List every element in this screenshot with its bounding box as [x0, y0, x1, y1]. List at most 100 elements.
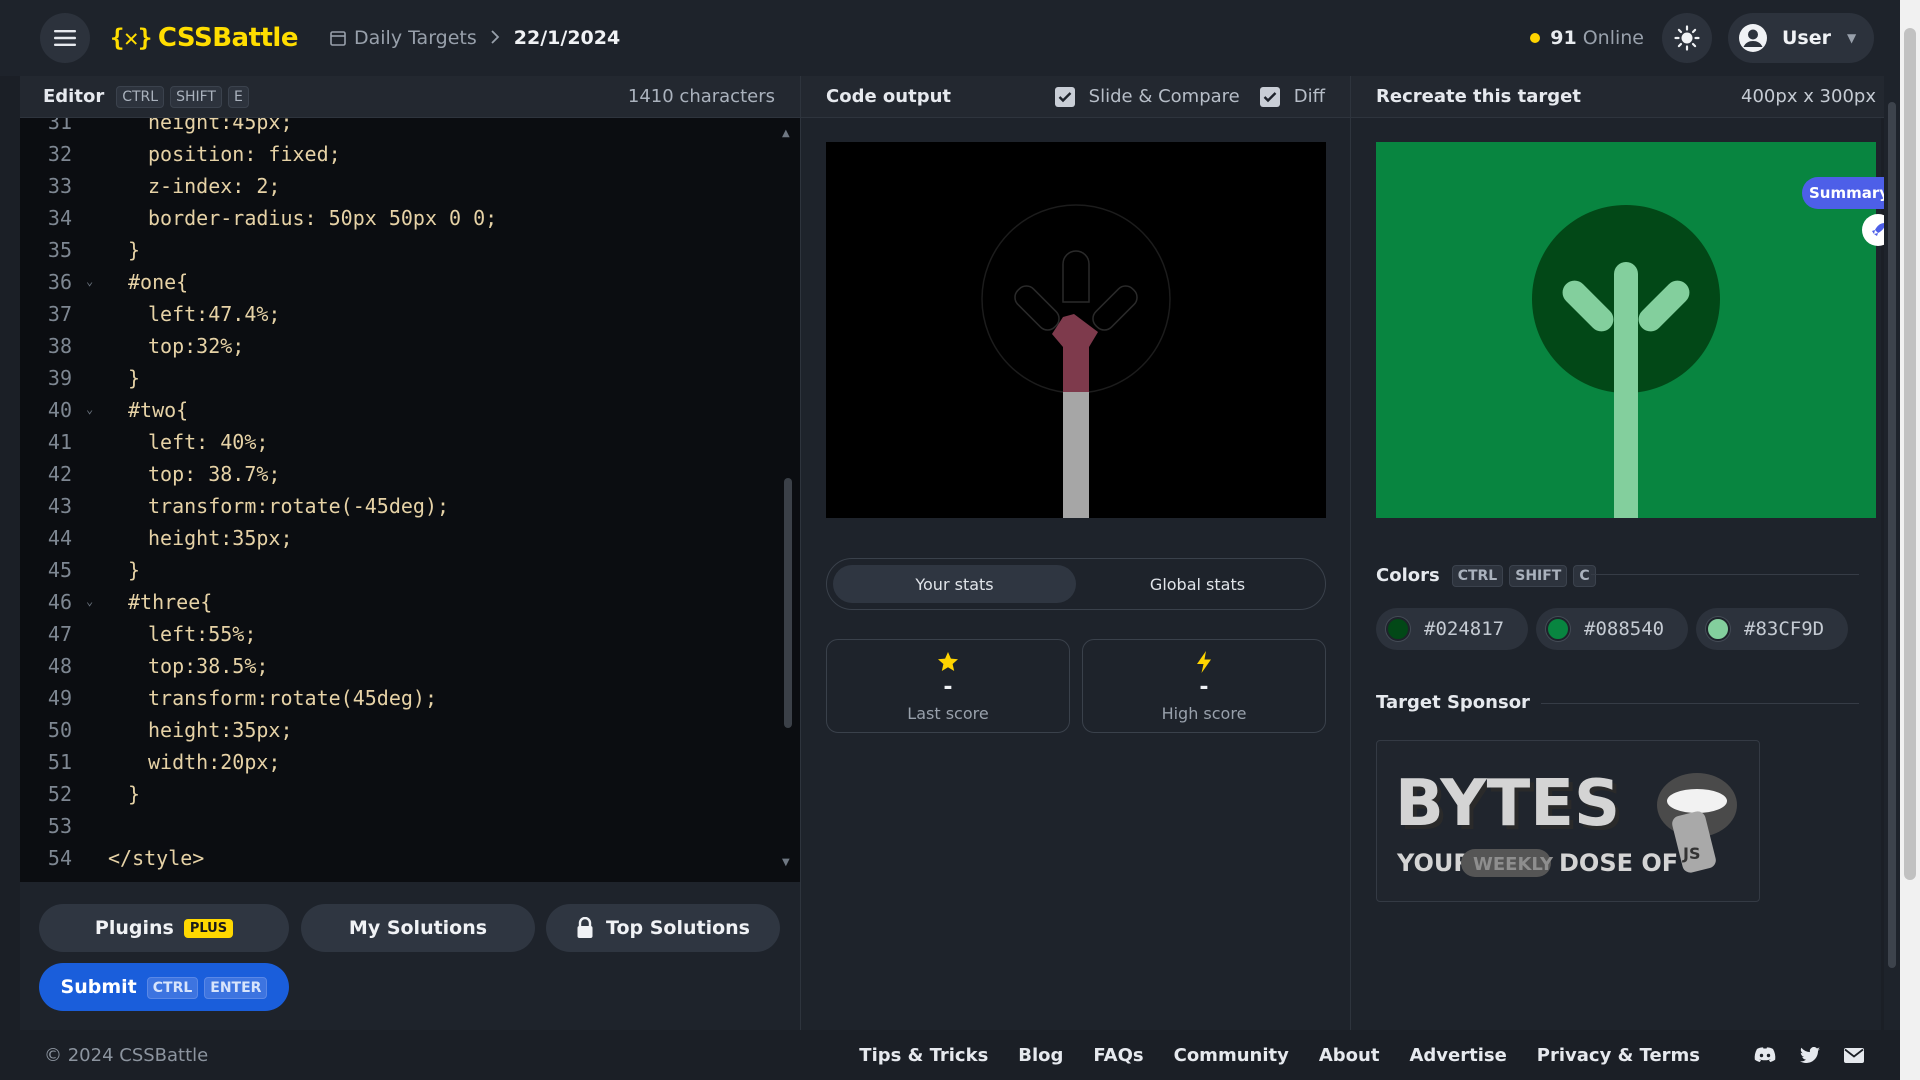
color-chip[interactable]: #088540: [1536, 608, 1688, 650]
logo-text: CSSBattle: [157, 23, 299, 53]
code-line[interactable]: 34 border-radius: 50px 50px 0 0;: [20, 202, 780, 234]
page-scroll-thumb[interactable]: [1904, 28, 1916, 880]
code-line[interactable]: 44 height:35px;: [20, 522, 780, 554]
code-line[interactable]: 48 top:38.5%;: [20, 650, 780, 682]
character-count: 1410 characters: [627, 86, 775, 107]
footer-link-about[interactable]: About: [1319, 1045, 1380, 1066]
menu-button[interactable]: [40, 13, 90, 63]
code-line[interactable]: 31 height:45px;: [20, 118, 780, 138]
code-line[interactable]: 52}: [20, 778, 780, 810]
submit-button[interactable]: Submit CTRL ENTER: [39, 963, 289, 1011]
line-number: 45: [47, 558, 72, 582]
code-line[interactable]: 41 left: 40%;: [20, 426, 780, 458]
color-chip[interactable]: #83CF9D: [1696, 608, 1848, 650]
shortcut-key: C: [1573, 565, 1596, 587]
summary-button[interactable]: Summary: [1802, 177, 1896, 209]
breadcrumb-date: 22/1/2024: [513, 27, 621, 49]
panel-scrollbar[interactable]: [1884, 76, 1900, 1030]
footer-link-advertise[interactable]: Advertise: [1409, 1045, 1506, 1066]
online-count: 91: [1550, 27, 1577, 49]
high-score-value: -: [1199, 675, 1209, 700]
line-number: 40: [47, 398, 72, 422]
plugins-button[interactable]: Plugins PLUS: [39, 904, 289, 952]
checkbox-checked-icon[interactable]: [1259, 86, 1280, 107]
footer-link-privacy[interactable]: Privacy & Terms: [1537, 1045, 1700, 1066]
code-line[interactable]: 45}: [20, 554, 780, 586]
breadcrumb-daily-targets[interactable]: Daily Targets: [354, 27, 477, 49]
logo-mark: {✕}: [110, 24, 152, 52]
code-lines[interactable]: 31 height:45px; 32 position: fixed; 33 z-inde…: [20, 118, 780, 882]
color-chip[interactable]: #024817: [1376, 608, 1528, 650]
code-line[interactable]: 49 transform:rotate(45deg);: [20, 682, 780, 714]
mail-icon[interactable]: [1844, 1047, 1864, 1063]
online-dot-icon: [1530, 33, 1541, 43]
lightning-icon: [1197, 651, 1211, 673]
code-text: top:38.5%;: [148, 654, 269, 678]
tab-global-stats[interactable]: Global stats: [1076, 565, 1319, 603]
code-line[interactable]: 43 transform:rotate(-45deg);: [20, 490, 780, 522]
footer-link-community[interactable]: Community: [1174, 1045, 1289, 1066]
diff-render: [981, 204, 1171, 518]
slide-compare-toggle[interactable]: Slide & Compare: [1054, 86, 1240, 107]
code-line[interactable]: 33 z-index: 2;: [20, 170, 780, 202]
footer-link-blog[interactable]: Blog: [1018, 1045, 1063, 1066]
logo[interactable]: {✕} CSSBattle: [110, 23, 298, 53]
top-solutions-button[interactable]: Top Solutions: [546, 904, 780, 952]
code-line[interactable]: 50 height:35px;: [20, 714, 780, 746]
code-line[interactable]: 38 top:32%;: [20, 330, 780, 362]
shortcut-key: E: [227, 86, 249, 108]
sponsor-banner[interactable]: BYTES BYTES YOUR WEEKLY DOSE OF JS: [1376, 740, 1760, 902]
scroll-down-icon[interactable]: ▼: [782, 857, 790, 868]
code-line[interactable]: 51 width:20px;: [20, 746, 780, 778]
shortcut-key: SHIFT: [1509, 565, 1568, 587]
shortcut-key: ENTER: [204, 977, 268, 999]
checkbox-checked-icon[interactable]: [1054, 86, 1075, 107]
line-number: 35: [47, 238, 72, 262]
page-scrollbar[interactable]: [1900, 0, 1920, 1080]
line-number: 38: [47, 334, 72, 358]
fold-arrow-icon[interactable]: ⌄: [86, 594, 93, 608]
discord-icon[interactable]: [1754, 1047, 1776, 1063]
code-line[interactable]: 39}: [20, 362, 780, 394]
panel-scroll-thumb[interactable]: [1888, 102, 1896, 968]
code-line[interactable]: 47 left:55%;: [20, 618, 780, 650]
code-line[interactable]: 35}: [20, 234, 780, 266]
code-line[interactable]: 37 left:47.4%;: [20, 298, 780, 330]
code-line[interactable]: 55: [20, 874, 780, 882]
code-line[interactable]: 40 ⌄ #two{: [20, 394, 780, 426]
code-line[interactable]: 46 ⌄ #three{: [20, 586, 780, 618]
diff-toggle[interactable]: Diff: [1259, 86, 1325, 107]
code-line[interactable]: 32 position: fixed;: [20, 138, 780, 170]
scroll-up-icon[interactable]: ▲: [782, 128, 790, 139]
code-text: width:20px;: [148, 750, 281, 774]
editor-scroll-thumb[interactable]: [784, 478, 792, 728]
code-editor[interactable]: 31 height:45px; 32 position: fixed; 33 z-inde…: [20, 118, 800, 882]
code-text: }: [128, 366, 141, 390]
sponsor-js-badge: JS: [1682, 844, 1700, 863]
my-solutions-button[interactable]: My Solutions: [301, 904, 535, 952]
target-image[interactable]: [1376, 142, 1876, 518]
tab-your-stats[interactable]: Your stats: [833, 565, 1076, 603]
code-output-preview[interactable]: [826, 142, 1326, 518]
footer-link-tips[interactable]: Tips & Tricks: [859, 1045, 988, 1066]
calendar-icon: [330, 31, 346, 46]
footer-link-faqs[interactable]: FAQs: [1093, 1045, 1143, 1066]
editor-scrollbar[interactable]: ▲ ▼: [782, 128, 792, 868]
target-title: Recreate this target: [1376, 86, 1581, 107]
code-text: #one{: [128, 270, 189, 294]
shortcut-key: SHIFT: [170, 86, 222, 108]
fold-arrow-icon[interactable]: ⌄: [86, 402, 93, 416]
code-line[interactable]: 42 top: 38.7%;: [20, 458, 780, 490]
line-number: 46: [47, 590, 72, 614]
social-links: [1730, 1046, 1864, 1064]
theme-toggle-button[interactable]: [1662, 13, 1712, 63]
fold-arrow-icon[interactable]: ⌄: [86, 274, 93, 288]
code-line[interactable]: 36 ⌄ #one{: [20, 266, 780, 298]
sponsor-tagline-weekly: WEEKLY: [1473, 854, 1554, 875]
code-line[interactable]: 53: [20, 810, 780, 842]
line-number: 49: [47, 686, 72, 710]
twitter-icon[interactable]: [1800, 1046, 1820, 1064]
line-number: 39: [47, 366, 72, 390]
user-menu-button[interactable]: User ▼: [1728, 13, 1874, 63]
code-line[interactable]: 54 </style>: [20, 842, 780, 874]
